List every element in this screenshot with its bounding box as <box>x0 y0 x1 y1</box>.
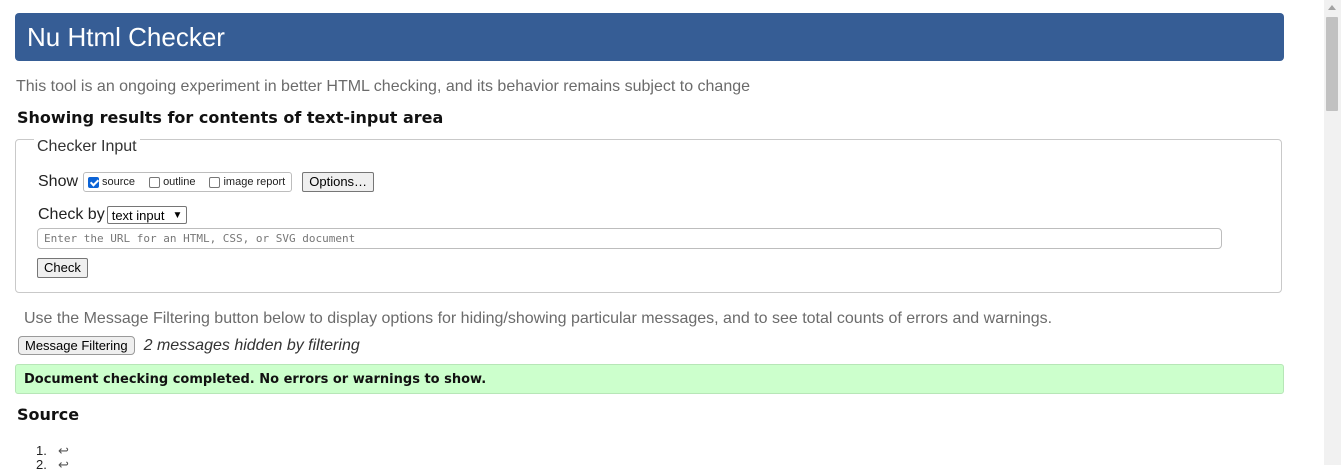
show-row: Show source outline image report Options… <box>38 172 375 192</box>
outline-checkbox[interactable] <box>149 176 161 188</box>
line-number: 1. <box>36 443 47 458</box>
show-label: Show <box>38 173 79 190</box>
message-filtering-button[interactable]: Message Filtering <box>18 336 135 355</box>
source-line: 2. ↩ <box>36 458 69 472</box>
page: Nu Html Checker This tool is an ongoing … <box>0 0 1324 472</box>
options-button[interactable]: Options… <box>302 172 375 192</box>
source-checkbox[interactable] <box>88 176 100 188</box>
scrollbar-thumb[interactable] <box>1326 17 1338 111</box>
source-heading: Source <box>17 405 80 424</box>
outline-option-label: outline <box>163 176 196 188</box>
status-message: Document checking completed. No errors o… <box>24 372 487 387</box>
source-line: 1. ↩ <box>36 444 69 458</box>
return-icon: ↩ <box>58 443 69 458</box>
scroll-up-arrow-icon[interactable] <box>1328 5 1336 10</box>
line-number: 2. <box>36 457 47 472</box>
check-button[interactable]: Check <box>37 258 88 278</box>
chevron-down-icon: ▼ <box>172 209 183 221</box>
check-row: Check <box>37 258 88 278</box>
show-options-group: source outline image report <box>83 172 293 192</box>
return-icon: ↩ <box>58 457 69 472</box>
vertical-scrollbar[interactable] <box>1324 0 1341 465</box>
source-listing: 1. ↩ 2. ↩ <box>36 444 69 472</box>
check-by-row: Check by text input ▼ <box>38 206 188 224</box>
results-heading: Showing results for contents of text-inp… <box>17 108 444 127</box>
header-bar: Nu Html Checker <box>15 13 1284 61</box>
filtering-row: Message Filtering 2 messages hidden by f… <box>18 336 360 355</box>
hidden-messages-note: 2 messages hidden by filtering <box>143 336 360 354</box>
image-report-checkbox[interactable] <box>209 176 221 188</box>
status-message-box: Document checking completed. No errors o… <box>15 364 1284 394</box>
source-option-label: source <box>102 176 136 188</box>
url-input[interactable]: Enter the URL for an HTML, CSS, or SVG d… <box>37 228 1222 249</box>
intro-text: This tool is an ongoing experiment in be… <box>16 78 751 95</box>
image-report-option-label: image report <box>223 176 286 188</box>
check-by-label: Check by <box>38 206 105 223</box>
check-by-select[interactable]: text input ▼ <box>106 206 188 224</box>
filtering-info-text: Use the Message Filtering button below t… <box>24 310 1053 327</box>
page-title: Nu Html Checker <box>27 22 225 52</box>
check-by-value: text input <box>111 207 165 223</box>
checker-input-fieldset: Checker Input Show source outline image … <box>15 139 1282 293</box>
checker-input-legend: Checker Input <box>34 139 140 155</box>
